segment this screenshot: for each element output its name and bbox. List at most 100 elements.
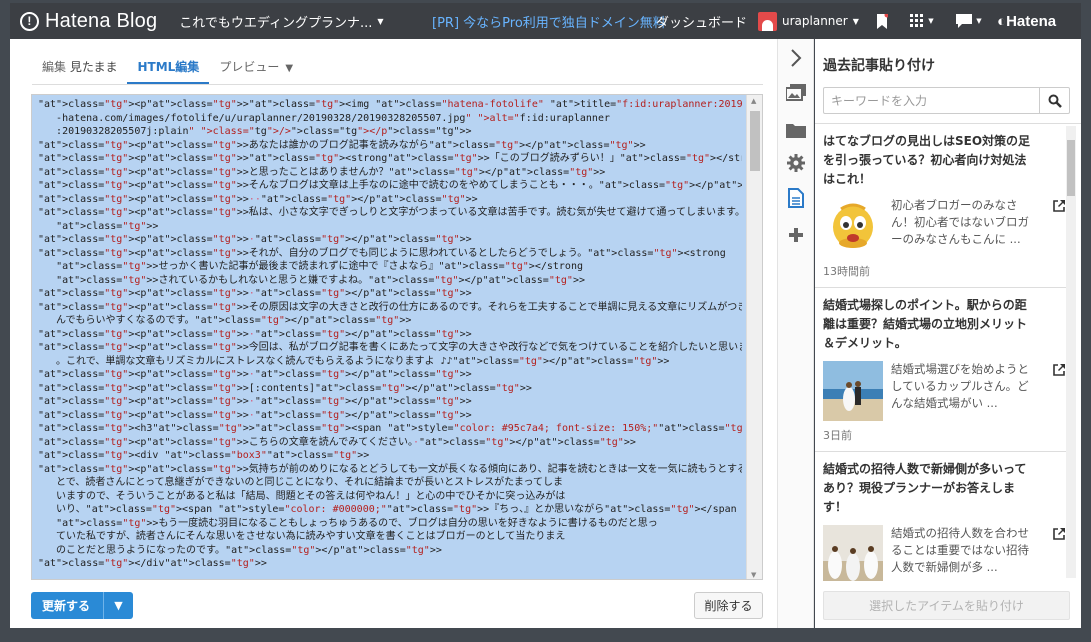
- code-line: "at">class="tg"><p"at">class="tg">>と思ったこ…: [38, 166, 606, 178]
- caret-down-icon: ▼: [377, 16, 384, 26]
- article-excerpt: 初心者ブロガーのみなさん！初心者ではないブロガーのみなさんもこんに ...: [891, 198, 1029, 246]
- chevron-right-icon[interactable]: [784, 46, 808, 70]
- gear-icon[interactable]: [784, 151, 808, 175]
- code-line: "at">class="tg"><h3"at">class="tg">>"at"…: [38, 423, 742, 434]
- code-line: いますので、そういうことがあると私は「結局、問題とその答えは何やねん！」と心の中…: [38, 490, 566, 502]
- code-line: "at">class="tg"><p"at">class="tg">>"at">…: [38, 99, 742, 110]
- plus-icon[interactable]: [784, 223, 808, 247]
- update-options-chevron-icon[interactable]: ▼: [104, 599, 133, 612]
- code-line: "at">class="tg">>もう一度読む羽目になることもしょっちゅうあるの…: [56, 517, 658, 529]
- scrollbar-thumb[interactable]: [750, 111, 760, 171]
- code-line: "at">class="tg"><p"at">class="tg">>こちらの文…: [38, 436, 636, 448]
- code-line: んでもらいやすくなるのです。"at">class="tg"></p"at">cl…: [38, 315, 412, 326]
- code-line: "at">class="tg"><p"at">class="tg">>·"at"…: [38, 409, 472, 421]
- past-articles-panel: 過去記事貼り付け はてなブログの見出しはSEO対策の足を引っ張っている？初心者向…: [815, 39, 1081, 628]
- code-line: 。これで、単調な文章もリズミカルにストレスなく読んでもらえるようになりますよ ♪…: [38, 355, 670, 367]
- code-line: ていた私ですが、読者さんにそんな思いをさせない為に読みやすい文章を書くことはブロ…: [38, 531, 566, 542]
- code-line: "at">class="tg"><p"at">class="tg">>·"at"…: [38, 369, 472, 380]
- tab-sublabel: 見たまま: [69, 60, 118, 74]
- tab-label: プレビュー: [219, 60, 280, 74]
- code-line: "at">class="tg"><p"at">class="tg">>それが、自…: [38, 247, 726, 259]
- hatena-mark-icon: ◐: [997, 12, 1007, 30]
- paste-selected-button[interactable]: 選択したアイテムを貼り付け: [823, 591, 1070, 620]
- code-line: のことだと思うようになったのです。"at">class="tg"></p"at"…: [38, 544, 442, 556]
- code-line: "at">class="tg"><p"at">class="tg">>·"at"…: [38, 234, 472, 245]
- apps-grid-icon[interactable]: ▼: [905, 3, 939, 39]
- delete-button[interactable]: 削除する: [694, 592, 763, 619]
- hatena-text: Hatena: [1006, 12, 1057, 30]
- editor-tabs: 編集 見たまま HTML編集 プレビュー ▼: [32, 51, 763, 85]
- code-line: "at">class="tg">>されているかもしれないと思うと嫌ですよね。"a…: [56, 274, 585, 286]
- article-time: 13時間前: [823, 265, 870, 278]
- external-link-icon[interactable]: [1053, 528, 1065, 544]
- search-button[interactable]: [1039, 88, 1069, 113]
- article-excerpt: 結婚式の招待人数を合わせることは重要ではない招待人数で新婦側が多 ...: [891, 526, 1029, 574]
- code-line: "at">class="tg"><p"at">class="tg">>"at">…: [38, 153, 742, 164]
- chevron-down-icon: ▼: [285, 63, 294, 74]
- code-line: "at">class="tg"><div "at">class="box3""a…: [38, 450, 370, 461]
- article-title[interactable]: 結婚式場探しのポイント。駅からの距離は重要？結婚式場の立地別メリット＆デメリット…: [823, 296, 1033, 353]
- article-title[interactable]: 結婚式の招待人数で新婦側が多いってあり？現役プランナーがお答えします！: [823, 460, 1033, 517]
- editor-panel: 編集 見たまま HTML編集 プレビュー ▼ "at">class="tg"><p…: [10, 39, 778, 628]
- tab-wysiwyg[interactable]: 編集 見たまま: [32, 58, 127, 84]
- code-line: "at">class="tg"><p"at">class="tg">>今回は、私…: [38, 342, 742, 353]
- blog-selector[interactable]: これでもウエディングプランナ... ▼: [179, 12, 383, 31]
- editor-scrollbar[interactable]: ▲ ▼: [746, 95, 762, 579]
- scrollbar-thumb[interactable]: [1067, 140, 1075, 196]
- hatena-link[interactable]: ◐Hatena: [997, 13, 1056, 30]
- code-line: "at">class="tg"><p"at">class="tg">>その原因は…: [38, 301, 742, 313]
- code-text-area[interactable]: "at">class="tg"><p"at">class="tg">>"at">…: [32, 95, 747, 579]
- sidebar-tool-column: [778, 39, 814, 628]
- code-line: :20190328205507j:plain" ">class="tg">/>"…: [38, 126, 472, 137]
- list-item[interactable]: 結婚式場探しのポイント。駅からの距離は重要？結婚式場の立地別メリット＆デメリット…: [815, 288, 1067, 452]
- external-link-icon[interactable]: [1053, 364, 1065, 380]
- code-line: "at">class="tg"><p"at">class="tg">>私は、小さ…: [38, 207, 742, 218]
- code-line: "at">class="tg"><p"at">class="tg">>気持ちが前…: [38, 463, 742, 475]
- code-line: -hatena.com/images/fotolife/u/uraplanner…: [38, 112, 610, 124]
- code-line: "at">class="tg"><p"at">class="tg">>·"at"…: [38, 288, 472, 299]
- article-thumbnail: [823, 525, 883, 581]
- hatena-logo-icon: !: [20, 11, 39, 31]
- article-time: 3日前: [823, 429, 852, 442]
- code-line: "at">class="tg"><p"at">class="tg">>··"at…: [38, 193, 478, 205]
- scroll-down-icon[interactable]: ▼: [751, 571, 756, 579]
- blog-name: これでもウエディングプランナ...: [179, 15, 373, 31]
- search-box: [823, 87, 1070, 114]
- external-link-icon[interactable]: [1053, 200, 1065, 216]
- code-line: "at">class="tg"><p"at">class="tg">>·"at"…: [38, 328, 472, 340]
- promo-link[interactable]: [PR] 今ならPro利用で独自ドメイン無料: [432, 12, 666, 31]
- list-item[interactable]: はてなブログの見出しはSEO対策の足を引っ張っている？初心者向け対処法はこれ！ …: [815, 124, 1067, 288]
- code-line: とで、読者さんにとって息継ぎができないのと同じことになり、それに結論までが長いと…: [38, 477, 563, 488]
- caret-down-icon: ▼: [852, 16, 859, 26]
- comment-icon[interactable]: ▼: [952, 3, 986, 39]
- article-excerpt: 結婚式場選びを始めようとしているカップルさん。どんな結婚式場がい ...: [891, 362, 1029, 410]
- dashboard-link[interactable]: ダッシュボード: [656, 12, 747, 31]
- hatena-blog-logo[interactable]: ! Hatena Blog: [20, 10, 157, 33]
- panel-title: 過去記事貼り付け: [823, 58, 935, 74]
- update-button[interactable]: 更新する: [31, 597, 103, 614]
- code-line: "at">class="tg"></div"at">class="tg">>: [38, 558, 267, 569]
- code-line: "at">class="tg"><p"at">class="tg">>そんなブロ…: [38, 180, 742, 191]
- bookmark-icon[interactable]: [872, 3, 892, 39]
- code-line: "at">class="tg">>: [56, 220, 159, 232]
- search-icon: [1048, 94, 1062, 108]
- scroll-up-icon[interactable]: ▲: [751, 97, 756, 105]
- user-menu[interactable]: uraplanner ▼: [758, 11, 859, 31]
- code-line: いり、"at">class="tg"><span "at">style="col…: [38, 504, 737, 515]
- tab-preview[interactable]: プレビュー ▼: [209, 58, 303, 84]
- search-input[interactable]: [824, 88, 1039, 113]
- article-body: 結婚式場選びを始めようとしているカップルさん。どんな結婚式場がい ...: [823, 361, 1067, 421]
- photo-icon[interactable]: [784, 80, 808, 104]
- article-thumbnail: [823, 361, 883, 421]
- article-list: はてなブログの見出しはSEO対策の足を引っ張っている？初心者向け対処法はこれ！ …: [815, 123, 1081, 581]
- document-icon[interactable]: [784, 186, 808, 210]
- tab-html[interactable]: HTML編集: [127, 58, 210, 84]
- list-item[interactable]: 結婚式の招待人数で新婦側が多いってあり？現役プランナーがお答えします！ 結婚式の…: [815, 452, 1067, 581]
- html-code-editor[interactable]: "at">class="tg"><p"at">class="tg">>"at">…: [31, 94, 763, 580]
- folder-icon[interactable]: [784, 118, 808, 142]
- article-title[interactable]: はてなブログの見出しはSEO対策の足を引っ張っている？初心者向け対処法はこれ！: [823, 132, 1033, 189]
- tab-label: 編集: [42, 60, 67, 74]
- logo-text: Hatena Blog: [45, 9, 158, 32]
- app-window: ! Hatena Blog これでもウエディングプランナ... ▼ [PR] 今…: [0, 0, 1091, 642]
- article-list-scrollbar[interactable]: [1066, 126, 1076, 578]
